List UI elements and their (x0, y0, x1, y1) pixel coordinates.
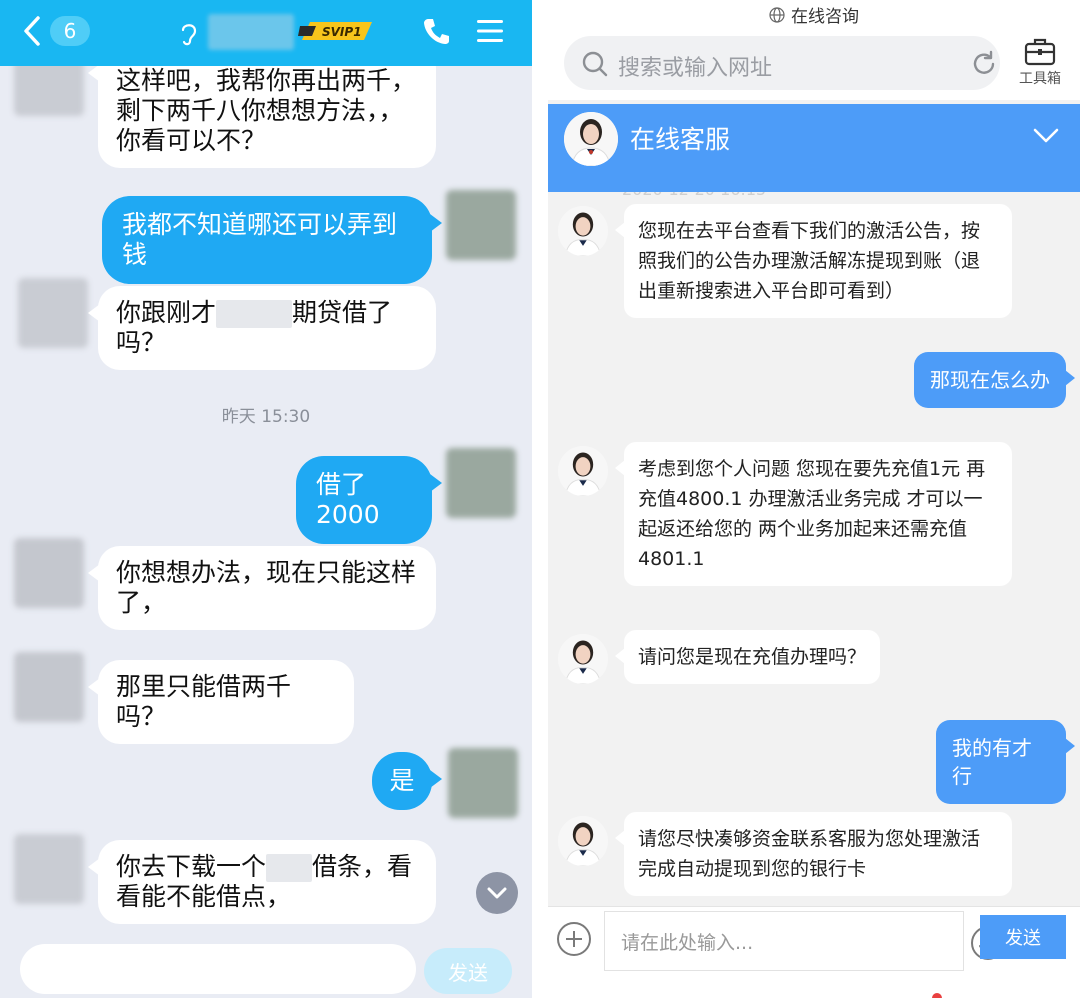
address-bar[interactable]: 搜索或输入网址 (564, 36, 1000, 90)
agent-avatar (558, 816, 608, 866)
outgoing-message: 是 (372, 752, 442, 810)
incoming-message: 那里只能借两千吗？ (88, 660, 354, 744)
support-title: 在线客服 (630, 125, 731, 154)
search-icon (582, 51, 608, 77)
user-message: 那现在怎么办 (914, 352, 1075, 408)
agent-message: 您现在去平台查看下我们的激活公告，按照我们的公告办理激活解冻提现到账（退出重新搜… (615, 204, 1012, 318)
agent-portrait-icon (558, 206, 608, 256)
toolbox-icon (1024, 38, 1056, 66)
message-text: 看能不能借点， (116, 882, 292, 911)
agent-portrait-icon (558, 816, 608, 866)
unread-count-badge: 6 (50, 16, 90, 46)
contact-avatar[interactable] (14, 538, 84, 608)
ear-icon[interactable] (178, 20, 200, 48)
outgoing-message: 借了2000 (296, 456, 442, 544)
support-header: 在线客服 (548, 104, 1080, 192)
message-text: 你去下载一个 (116, 852, 267, 881)
user-message: 我的有才行 (936, 720, 1075, 804)
phone-icon[interactable] (422, 16, 450, 46)
left-chat-panel: 6 SVIP1 这样吧，我帮你再出两千，剩下两千八你想想方法，，你看可以不？ 我… (0, 0, 532, 998)
message-text: 你跟刚才 (116, 298, 217, 327)
message-text: 期贷借了 (292, 298, 393, 327)
back-button[interactable]: 6 (18, 14, 90, 48)
agent-message: 考虑到您个人问题 您现在要先充值1元 再充值4800.1 办理激活业务完成 才可… (615, 442, 1012, 586)
svg-text:SVIP1: SVIP1 (322, 25, 362, 39)
menu-icon[interactable] (476, 18, 504, 44)
message-text: 吗？ (116, 328, 167, 357)
address-bar-placeholder: 搜索或输入网址 (618, 56, 773, 81)
incoming-message: 你去下载一个 借条，看 看能不能借点， (88, 840, 436, 924)
right-support-panel: 在线咨询 搜索或输入网址 工具箱 在线客服 您现在去平台查看下我们的激活公告，按… (548, 0, 1080, 998)
incoming-message: 你跟刚才 期贷借了 吗？ (88, 286, 436, 370)
browser-toolbar: 在线咨询 搜索或输入网址 工具箱 (548, 0, 1080, 100)
message-text: 借条，看 (312, 852, 413, 881)
support-input-bar: 请在此处输入... 发送 (548, 906, 1080, 998)
chevron-down-icon[interactable] (1032, 126, 1060, 146)
page-title: 在线咨询 (548, 2, 1080, 27)
redacted-text (216, 300, 293, 328)
support-message-input[interactable]: 请在此处输入... (604, 911, 1005, 971)
chevron-left-icon (24, 16, 40, 46)
agent-avatar (558, 206, 608, 256)
chat-top-bar: 6 SVIP1 (0, 0, 532, 66)
outgoing-message: 我都不知道哪还可以弄到钱 (102, 196, 442, 284)
globe-icon (769, 6, 785, 23)
redacted-text (266, 854, 313, 882)
agent-avatar (558, 446, 608, 496)
agent-message: 请您尽快凑够资金联系客服为您处理激活完成自动提现到您的银行卡 (615, 812, 1012, 896)
notification-dot (932, 993, 942, 998)
svip-badge: SVIP1 (298, 22, 372, 40)
send-button[interactable]: 发送 (980, 915, 1066, 959)
agent-portrait-icon (558, 634, 608, 684)
contact-avatar[interactable] (14, 652, 84, 722)
toolbox-label: 工具箱 (1019, 71, 1061, 87)
my-avatar[interactable] (448, 748, 518, 818)
contact-avatar[interactable] (14, 834, 84, 904)
my-avatar[interactable] (446, 448, 516, 518)
incoming-message: 你想想办法，现在只能这样了， (88, 546, 436, 630)
contact-name-redacted (208, 14, 294, 50)
message-input-bar: 发送 (0, 930, 532, 998)
page-title-text: 在线咨询 (791, 7, 859, 27)
agent-portrait-icon (558, 446, 608, 496)
agent-avatar (564, 112, 618, 166)
refresh-icon[interactable] (970, 50, 998, 78)
send-button[interactable]: 发送 (424, 948, 512, 994)
agent-avatar (558, 634, 608, 684)
my-avatar[interactable] (446, 190, 516, 260)
timestamp: 昨天 15:30 (221, 407, 311, 427)
message-input[interactable] (20, 944, 416, 994)
agent-portrait-icon (564, 112, 618, 166)
chevron-down-icon (487, 887, 507, 899)
plus-icon[interactable] (556, 921, 592, 957)
contact-avatar[interactable] (18, 278, 88, 348)
scroll-to-bottom-button[interactable] (476, 872, 518, 914)
input-placeholder: 请在此处输入... (621, 932, 754, 954)
panel-divider (532, 0, 548, 998)
toolbox-button[interactable]: 工具箱 (1014, 36, 1066, 94)
agent-message: 请问您是现在充值办理吗？ (615, 630, 880, 684)
